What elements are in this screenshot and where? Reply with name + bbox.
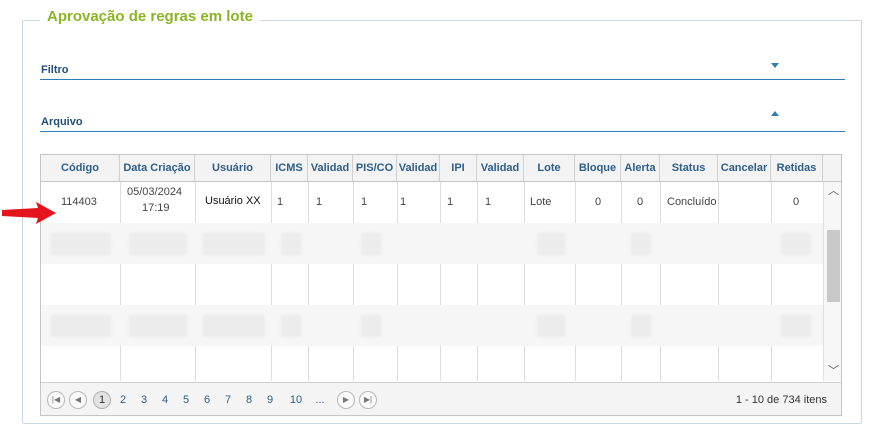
rules-grid: Código Data Criação Usuário ICMS Validad… [40, 154, 842, 416]
cell-validade-ipi: 1 [485, 196, 492, 208]
page-2[interactable]: 2 [114, 391, 132, 409]
chevron-up-icon[interactable] [771, 111, 779, 116]
cell-bloqueio: 0 [595, 196, 602, 208]
cell-codigo: 114403 [61, 196, 97, 208]
cell-data: 05/03/2024 [127, 186, 183, 198]
col-validade-ipi[interactable]: Validad [477, 155, 524, 181]
prev-page-icon[interactable]: ◀ [69, 391, 87, 409]
chevron-down-icon[interactable]: ﹀ [828, 366, 839, 377]
cell-ipi: 1 [447, 196, 454, 208]
arquivo-label: Arquivo [41, 116, 83, 128]
page-10[interactable]: 10 [285, 391, 307, 409]
next-page-icon[interactable]: ▶ [337, 391, 355, 409]
cell-icms: 1 [277, 196, 284, 208]
col-usuario[interactable]: Usuário [195, 155, 271, 181]
cell-lote: Lote [530, 196, 552, 208]
chevron-down-icon[interactable] [771, 63, 779, 68]
col-codigo[interactable]: Código [41, 155, 120, 181]
chevron-up-icon[interactable]: ︿ [828, 186, 839, 197]
col-bloqueio[interactable]: Bloque [575, 155, 621, 181]
red-arrow-icon [2, 202, 56, 224]
table-row-blurred[interactable] [41, 264, 823, 305]
col-retidas[interactable]: Retidas [771, 155, 823, 181]
col-pis-cofins[interactable]: PIS/CO [353, 155, 397, 181]
col-ipi[interactable]: IPI [440, 155, 477, 181]
cell-status: Concluído [667, 196, 717, 208]
cell-retidas: 0 [793, 196, 800, 208]
table-row-blurred[interactable] [41, 305, 823, 346]
arquivo-section[interactable]: Arquivo [40, 108, 845, 132]
cell-usuario: Usuário XX [205, 195, 261, 207]
col-lote[interactable]: Lote [524, 155, 575, 181]
col-icms[interactable]: ICMS [271, 155, 308, 181]
cell-alerta: 0 [637, 196, 644, 208]
page-ellipsis[interactable]: ... [311, 391, 329, 409]
cell-pis-cofins: 1 [361, 196, 368, 208]
page-7[interactable]: 7 [219, 391, 237, 409]
pagination-bar: |◀ ◀ 1 2 3 4 5 6 7 8 9 10 ... ▶ ▶| 1 - 1… [41, 382, 841, 415]
page-5[interactable]: 5 [177, 391, 195, 409]
filtro-label: Filtro [41, 64, 69, 76]
table-row-blurred[interactable] [41, 223, 823, 264]
page-9[interactable]: 9 [261, 391, 279, 409]
table-row-blurred[interactable] [41, 346, 823, 381]
col-data-criacao[interactable]: Data Criação [120, 155, 195, 181]
cell-validade-icms: 1 [316, 196, 323, 208]
page-8[interactable]: 8 [240, 391, 258, 409]
filtro-section[interactable]: Filtro [40, 56, 845, 80]
cell-validade-pis: 1 [400, 196, 407, 208]
grid-header: Código Data Criação Usuário ICMS Validad… [41, 155, 841, 182]
col-cancelar[interactable]: Cancelar [718, 155, 771, 181]
panel-title: Aprovação de regras em lote [40, 8, 260, 25]
col-validade-pis[interactable]: Validad [397, 155, 440, 181]
table-row[interactable]: 114403 05/03/2024 17:19 Usuário XX 1 1 1… [41, 182, 823, 223]
page-1[interactable]: 1 [93, 391, 111, 409]
col-alerta[interactable]: Alerta [621, 155, 660, 181]
page-6[interactable]: 6 [198, 391, 216, 409]
first-page-icon[interactable]: |◀ [47, 391, 65, 409]
col-status[interactable]: Status [660, 155, 718, 181]
pager-info: 1 - 10 de 734 itens [735, 394, 827, 406]
cell-hora: 17:19 [142, 202, 170, 214]
last-page-icon[interactable]: ▶| [359, 391, 377, 409]
col-spacer [823, 155, 841, 181]
page-3[interactable]: 3 [135, 391, 153, 409]
col-validade-icms[interactable]: Validad [308, 155, 353, 181]
scrollbar-thumb[interactable] [827, 230, 840, 302]
vertical-scrollbar[interactable]: ︿ ﹀ [823, 182, 841, 381]
page-4[interactable]: 4 [156, 391, 174, 409]
